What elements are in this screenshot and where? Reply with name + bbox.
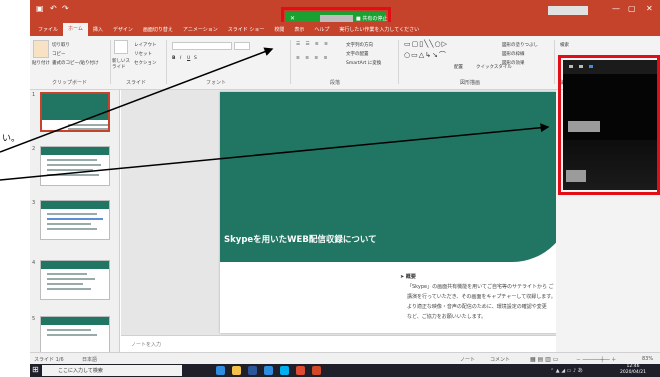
clock-time: 12:46	[626, 364, 640, 369]
taskbar-app-chrome-icon[interactable]	[296, 366, 305, 375]
clock-date: 2020/04/21	[620, 370, 646, 375]
comments-toggle-button[interactable]: コメント	[490, 356, 510, 363]
annotation-arrows	[0, 47, 550, 181]
view-buttons-icon[interactable]: ▦ ▤ ▥ ▭	[530, 356, 558, 363]
taskbar-app-skype-icon[interactable]	[280, 366, 289, 375]
windows-taskbar: ⊞ ここに入力して検索 ⌃ ▲ ◢ ▭ ♪ あ 12:46 2020/04/21	[30, 364, 660, 377]
taskbar-app-powerpoint-icon[interactable]	[312, 366, 321, 375]
taskbar-app-word-icon[interactable]	[248, 366, 257, 375]
taskbar-search-text[interactable]: ここに入力して検索	[58, 367, 103, 374]
taskbar-app-explorer-icon[interactable]	[232, 366, 241, 375]
taskbar-search-box[interactable]: ここに入力して検索	[42, 365, 182, 376]
taskbar-clock[interactable]: 12:46 2020/04/21	[620, 364, 646, 376]
system-tray-icons[interactable]: ⌃ ▲ ◢ ▭ ♪ あ	[550, 367, 583, 374]
notes-toggle-button[interactable]: ノート	[460, 356, 475, 363]
zoom-slider[interactable]: － ──────┼── ＋	[576, 356, 616, 363]
arrow-to-sharing-bar	[0, 47, 274, 153]
zoom-level[interactable]: 83%	[642, 356, 653, 362]
language-status[interactable]: 日本語	[82, 356, 97, 363]
arrow-to-skype-window	[0, 123, 550, 181]
slide-count: スライド 1/6	[34, 357, 64, 363]
windows-start-icon[interactable]: ⊞	[32, 365, 39, 374]
taskbar-app-mail-icon[interactable]	[264, 366, 273, 375]
taskbar-app-edge-icon[interactable]	[216, 366, 225, 375]
status-bar: スライド 1/6 日本語 ノート コメント ▦ ▤ ▥ ▭ － ──────┼─…	[30, 352, 660, 364]
